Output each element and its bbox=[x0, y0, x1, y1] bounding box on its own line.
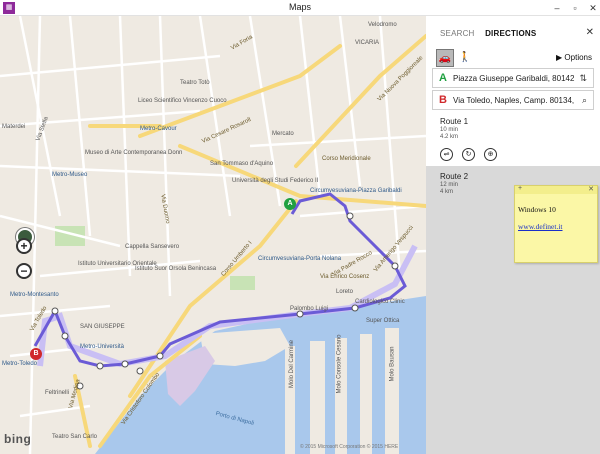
map-label: Circumvesuviana-Piazza Garibaldi bbox=[310, 188, 402, 194]
route-1-card[interactable]: Route 1 10 min 4.2 km ⇌ ↻ ⊕ bbox=[426, 111, 600, 166]
map-label: Feltrinelli bbox=[45, 390, 70, 396]
map-label: Mercato bbox=[272, 131, 294, 137]
map-graphics bbox=[0, 16, 426, 454]
map-label: SAN GIUSEPPE bbox=[80, 324, 125, 330]
add-note-icon[interactable]: + bbox=[518, 185, 522, 192]
pier bbox=[310, 341, 325, 454]
map-label: Teatro Totò bbox=[180, 80, 210, 86]
map-label: Cardiologico Clinic bbox=[355, 299, 405, 305]
map-label: Via Enrico Cosenz bbox=[320, 274, 370, 280]
transit-mode-icon[interactable]: ⇌ bbox=[440, 148, 453, 161]
route-time: 12 min bbox=[440, 182, 459, 188]
map-label: Istituto Suor Orsola Benincasa bbox=[135, 266, 217, 272]
to-letter: B bbox=[439, 94, 447, 106]
traffic-icon[interactable]: ↻ bbox=[462, 148, 475, 161]
tab-directions[interactable]: DIRECTIONS bbox=[485, 29, 536, 38]
map-label: Teatro San Carlo bbox=[52, 434, 98, 440]
zoom-in-button[interactable]: + bbox=[16, 238, 32, 254]
walk-mode-icon[interactable]: 🚶 bbox=[456, 49, 474, 67]
sticky-text[interactable]: Windows 10 bbox=[518, 205, 556, 214]
map-label: Metro-Toledo bbox=[2, 361, 38, 367]
route-distance: 4 km bbox=[440, 189, 454, 195]
from-value[interactable]: Piazza Giuseppe Garibaldi, 80142 - Naj bbox=[453, 74, 577, 83]
map-label: Metro-Museo bbox=[52, 172, 88, 178]
map-label: Metro-Università bbox=[80, 344, 125, 350]
map-label: Liceo Scientifico Vincenzo Cuoco bbox=[138, 98, 227, 104]
end-pin-b[interactable]: B bbox=[30, 348, 42, 360]
map-label: Loreto bbox=[336, 289, 354, 295]
route-time: 10 min bbox=[440, 127, 459, 133]
to-value[interactable]: Via Toledo, Naples, Camp. 80134, Italy bbox=[453, 96, 577, 105]
zoom-out-button[interactable]: − bbox=[16, 263, 32, 279]
panel-tabs: SEARCH DIRECTIONS bbox=[440, 28, 544, 42]
map-label: Molo Del Carmine bbox=[289, 339, 296, 389]
map-label: Velodromo bbox=[368, 22, 397, 28]
sticky-link[interactable]: www.definet.it bbox=[518, 222, 563, 231]
maximize-button[interactable]: ▫ bbox=[566, 1, 584, 15]
map-label: Metro-Cavour bbox=[140, 126, 177, 132]
minimize-button[interactable]: – bbox=[548, 1, 566, 15]
to-field[interactable]: B Via Toledo, Naples, Camp. 80134, Italy… bbox=[432, 90, 594, 110]
title-bar: ▦ Maps – ▫ ✕ bbox=[0, 0, 600, 16]
close-window-button[interactable]: ✕ bbox=[584, 1, 600, 15]
map-label: Cappella Sansevero bbox=[125, 244, 180, 250]
sticky-note[interactable]: + ✕ Windows 10 www.definet.it bbox=[514, 185, 598, 263]
map-label: Circumvesuviana-Porta Nolana bbox=[258, 256, 342, 262]
map-copyright: © 2015 Microsoft Corporation © 2015 HERE bbox=[300, 444, 399, 450]
map-label: Corso Meridionale bbox=[322, 156, 371, 162]
pier bbox=[360, 334, 372, 454]
options-button[interactable]: ▶ Options bbox=[556, 53, 592, 62]
start-pin-a[interactable]: A bbox=[284, 198, 296, 210]
map-label: San Tommaso d'Aquino bbox=[210, 161, 274, 167]
route-title: Route 2 bbox=[440, 172, 469, 181]
window-title: Maps bbox=[288, 2, 311, 12]
map-canvas[interactable]: Via Foria Via Cesare Rosaroll Corso Meri… bbox=[0, 16, 426, 454]
from-letter: A bbox=[439, 72, 447, 84]
bing-logo: bing bbox=[4, 432, 32, 446]
swap-icon[interactable]: ⇅ bbox=[579, 73, 587, 84]
from-field[interactable]: A Piazza Giuseppe Garibaldi, 80142 - Naj… bbox=[432, 68, 594, 88]
park bbox=[230, 276, 255, 290]
route-title: Route 1 bbox=[440, 117, 469, 126]
map-label: Materdei bbox=[2, 124, 26, 130]
tab-search[interactable]: SEARCH bbox=[440, 29, 475, 38]
map-label: VICARIA bbox=[355, 40, 380, 46]
map-label: Metro-Montesanto bbox=[10, 292, 59, 298]
route-distance: 4.2 km bbox=[440, 134, 459, 140]
map-label: Palombo Luigi bbox=[290, 306, 329, 312]
sticky-toolbar: + ✕ bbox=[515, 185, 597, 194]
map-label: Università degli Studi Federico II bbox=[232, 178, 319, 184]
map-label: Molo Bausan bbox=[389, 346, 396, 382]
map-label: Museo di Arte Contemporanea Donn bbox=[85, 150, 183, 156]
map-label: Molo Console Cesano bbox=[336, 334, 343, 394]
close-note-icon[interactable]: ✕ bbox=[588, 185, 594, 193]
share-route-icon[interactable]: ⊕ bbox=[484, 148, 497, 161]
close-panel-button[interactable]: ✕ bbox=[586, 27, 594, 38]
drive-mode-icon[interactable]: 🚗 bbox=[436, 49, 454, 67]
map-label: Super Ottica bbox=[366, 318, 400, 324]
search-icon[interactable]: ⌕ bbox=[582, 95, 587, 106]
